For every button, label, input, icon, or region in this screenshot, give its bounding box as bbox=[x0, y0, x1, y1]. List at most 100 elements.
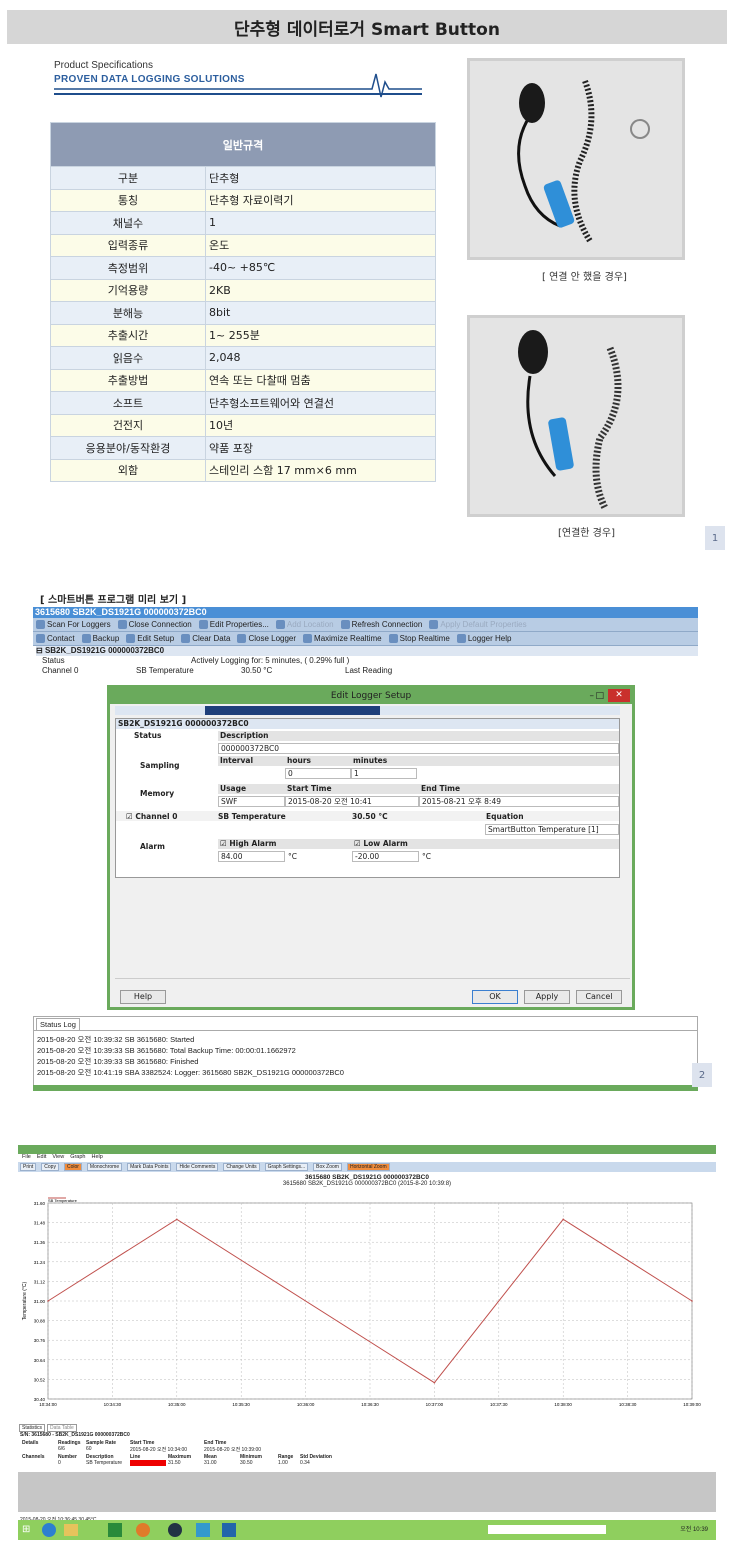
low-alarm-hdr[interactable]: ☑ Low Alarm bbox=[352, 839, 619, 849]
menu-item[interactable]: View bbox=[52, 1154, 64, 1162]
usage-field[interactable]: SWF bbox=[218, 796, 285, 807]
spec-value: 단추형소프트웨어와 연결선 bbox=[205, 391, 436, 415]
graph-toolbar-button[interactable]: Horizontal Zoom bbox=[346, 1163, 390, 1171]
toolbar-button[interactable]: Edit Properties... bbox=[198, 620, 269, 629]
spec-key: 추출시간 bbox=[50, 323, 206, 347]
graph-toolbar-button[interactable]: Monochrome bbox=[86, 1163, 123, 1171]
close-icon[interactable]: ✕ bbox=[608, 689, 630, 702]
end-time-field[interactable]: 2015-08-21 오후 8:49 bbox=[419, 796, 619, 807]
windows-start-icon[interactable]: ⊞ bbox=[22, 1524, 30, 1535]
graph-app-icon[interactable] bbox=[222, 1523, 236, 1537]
apply-button[interactable]: Apply bbox=[524, 990, 570, 1004]
grid-channel0[interactable]: ☑ Channel 0 bbox=[126, 812, 177, 821]
graph-menu: File Edit View Graph Help bbox=[18, 1154, 716, 1162]
spec-row: 응용분야/동작환경 약품 포장 bbox=[50, 436, 436, 460]
clock-app-icon[interactable] bbox=[168, 1523, 182, 1537]
high-alarm-hdr[interactable]: ☑ High Alarm bbox=[218, 839, 352, 849]
toolbar-icon bbox=[81, 634, 91, 643]
low-alarm-field[interactable]: -20.00 bbox=[352, 851, 419, 862]
high-alarm-field[interactable]: 84.00 bbox=[218, 851, 285, 862]
x-tick-label: 10:38:30 bbox=[619, 1402, 637, 1407]
graph-toolbar-button[interactable]: Graph Settings... bbox=[264, 1163, 309, 1171]
browser-icon[interactable] bbox=[42, 1523, 56, 1537]
toolbar-button[interactable]: Refresh Connection bbox=[340, 620, 422, 629]
graph-toolbar-button[interactable]: Change Units bbox=[223, 1163, 260, 1171]
toolbar-button[interactable]: Scan For Loggers bbox=[36, 620, 111, 629]
menu-item[interactable]: Help bbox=[91, 1154, 102, 1162]
toolbar-button[interactable]: Maximize Realtime bbox=[303, 634, 382, 643]
toolbar-button[interactable]: Contact bbox=[36, 634, 75, 643]
x-tick-label: 10:34:30 bbox=[104, 1402, 122, 1407]
stats-tabs: Statistics Data Table bbox=[18, 1424, 716, 1432]
tree-status-row[interactable]: Status Actively Logging for: 5 minutes, (… bbox=[36, 656, 698, 666]
menu-item[interactable]: Graph bbox=[70, 1154, 85, 1162]
toolbar-label: Edit Properties... bbox=[209, 620, 269, 629]
toolbar-button[interactable]: Edit Setup bbox=[126, 634, 174, 643]
firefox-icon[interactable] bbox=[136, 1523, 150, 1537]
toolbar-button[interactable]: Clear Data bbox=[181, 634, 230, 643]
tab-statistics[interactable]: Statistics bbox=[19, 1424, 46, 1432]
spec-value: 2,048 bbox=[205, 346, 436, 370]
x-tick-label: 10:37:00 bbox=[426, 1402, 444, 1407]
usage-hdr: Usage bbox=[218, 784, 285, 794]
stats-cell: 30.50 bbox=[240, 1460, 253, 1466]
menu-item[interactable]: File bbox=[22, 1154, 31, 1162]
toolbar-button[interactable]: Backup bbox=[81, 634, 119, 643]
folder-icon[interactable] bbox=[64, 1524, 78, 1536]
toolbar-button[interactable]: Stop Realtime bbox=[388, 634, 450, 643]
graph-toolbar-button[interactable]: Color bbox=[63, 1163, 82, 1171]
cancel-button[interactable]: Cancel bbox=[576, 990, 622, 1004]
spec-value: 온도 bbox=[205, 233, 436, 257]
status-log-tab[interactable]: Status Log bbox=[36, 1018, 80, 1030]
tree-channel-row[interactable]: Channel 0 SB Temperature 30.50 °C Last Read… bbox=[36, 666, 698, 676]
spec-key: 입력종류 bbox=[50, 233, 206, 257]
graph-app-window: File Edit View Graph Help Print Copy Color Mono… bbox=[18, 1145, 716, 1540]
description-field[interactable]: 000000372BC0 bbox=[218, 743, 619, 754]
spec-key: 응용분야/동작환경 bbox=[50, 436, 206, 460]
graph-toolbar-button[interactable]: Mark Data Points bbox=[127, 1163, 172, 1171]
spec-value: 1~ 255분 bbox=[205, 323, 436, 347]
dialog-strip bbox=[115, 706, 620, 715]
toolbar-icon bbox=[456, 634, 466, 643]
graph-toolbar-button[interactable]: Print bbox=[20, 1163, 37, 1171]
log-line: 2015-08-20 오전 10:39:33 SB 3615680: Total… bbox=[37, 1046, 296, 1055]
excel-icon[interactable] bbox=[108, 1523, 122, 1537]
help-button[interactable]: Help bbox=[120, 990, 166, 1004]
tree-last-reading: Last Reading bbox=[345, 666, 393, 675]
toolbar-button[interactable]: Close Logger bbox=[237, 634, 296, 643]
graph-toolbar-button[interactable]: Copy bbox=[41, 1163, 59, 1171]
toolbar-button[interactable]: Close Connection bbox=[117, 620, 192, 629]
menu-item[interactable]: Edit bbox=[37, 1154, 46, 1162]
toolbar-button[interactable]: Apply Default Properties bbox=[429, 620, 527, 629]
minimize-icon[interactable]: – bbox=[590, 688, 595, 704]
toolbar-icon bbox=[36, 634, 45, 643]
grid-description-hdr: Description bbox=[218, 731, 619, 741]
graph-toolbar-button[interactable]: Hide Comments bbox=[176, 1163, 219, 1171]
data-point bbox=[562, 1218, 564, 1221]
minutes-field[interactable]: 1 bbox=[351, 768, 417, 779]
stats-cell: 31.50 bbox=[168, 1460, 181, 1466]
logger-app-icon[interactable] bbox=[196, 1523, 210, 1537]
x-tick-label: 10:35:30 bbox=[232, 1402, 250, 1407]
start-time-field[interactable]: 2015-08-20 오전 10:41 bbox=[285, 796, 419, 807]
toolbar-icon bbox=[275, 620, 285, 629]
spec-row: 읽음수 2,048 bbox=[50, 346, 436, 370]
toolbar-button[interactable]: Logger Help bbox=[456, 634, 511, 643]
equation-field[interactable]: SmartButton Temperature [1] bbox=[485, 824, 619, 835]
page-number-2: 2 bbox=[692, 1063, 712, 1087]
stats-empty-area bbox=[18, 1472, 716, 1512]
taskbar-address-input[interactable] bbox=[488, 1525, 606, 1534]
spec-row: 입력종류 온도 bbox=[50, 233, 436, 257]
graph-toolbar-button[interactable]: Box Zoom bbox=[313, 1163, 342, 1171]
tab-data-table[interactable]: Data Table bbox=[47, 1424, 77, 1432]
toolbar-2: Contact Backup Edit Setup Clear Data Close L… bbox=[33, 632, 698, 646]
tree-root[interactable]: ⊟ SB2K_DS1921G 000000372BC0 bbox=[36, 646, 698, 656]
maximize-icon[interactable]: □ bbox=[595, 688, 604, 704]
ok-button[interactable]: OK bbox=[472, 990, 518, 1004]
toolbar-button[interactable]: Add Location bbox=[275, 620, 334, 629]
hours-field[interactable]: 0 bbox=[285, 768, 351, 779]
toolbar-icon bbox=[237, 634, 247, 643]
toolbar-icon bbox=[388, 634, 398, 643]
spec-key: 구분 bbox=[50, 166, 206, 190]
photo1-caption: [ 연결 안 했을 경우] bbox=[542, 272, 627, 283]
